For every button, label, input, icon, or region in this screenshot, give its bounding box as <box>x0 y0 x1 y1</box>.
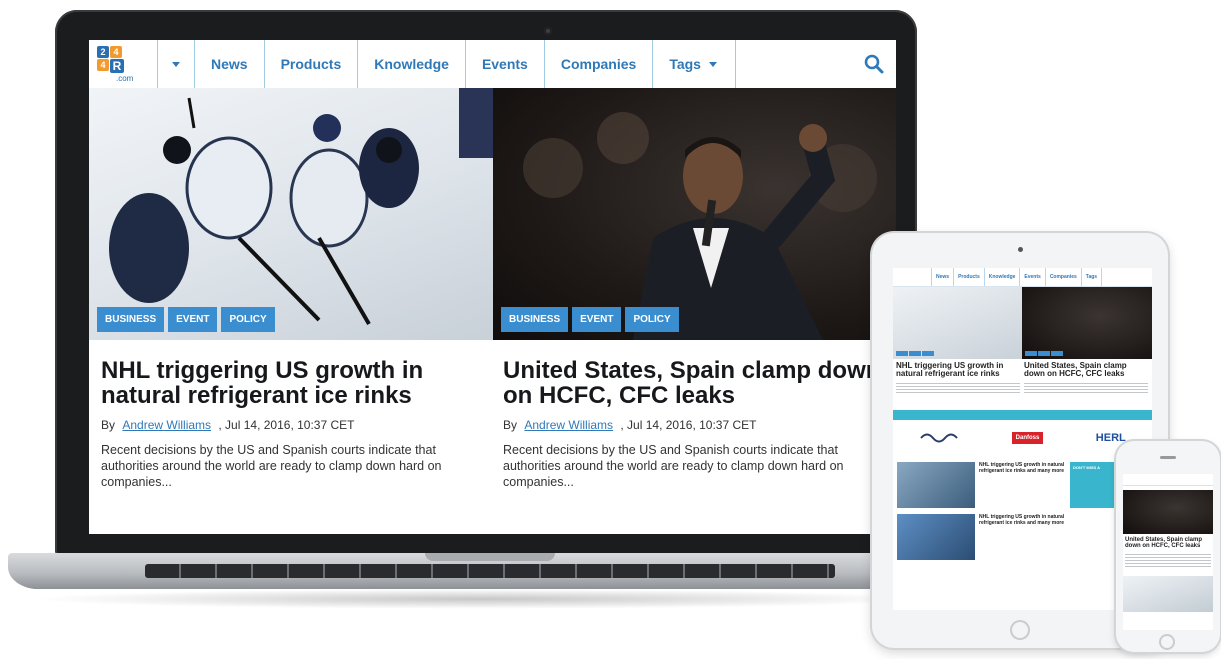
sponsor-logo-danfoss[interactable]: Danfoss <box>1011 432 1044 444</box>
list-item[interactable]: NHL triggering US growth in natural refr… <box>897 462 1148 508</box>
sponsor-logo-herl[interactable]: HERL <box>1096 432 1126 444</box>
search-icon[interactable] <box>864 54 884 74</box>
tablet-excerpts <box>893 378 1152 398</box>
article-date: , Jul 14, 2016, 10:37 CET <box>620 418 757 432</box>
tablet-image-hockey[interactable] <box>893 287 1022 359</box>
list-thumbnail <box>897 462 975 508</box>
chevron-down-icon <box>708 62 717 67</box>
tag-policy[interactable]: POLICY <box>625 307 679 332</box>
logo-letter: R <box>110 59 124 73</box>
tag-event[interactable]: EVENT <box>572 307 622 332</box>
article-excerpt: Recent decisions by the US and Spanish c… <box>503 443 844 489</box>
byline-label: By <box>503 418 518 432</box>
phone-article-title[interactable]: United States, Spain clamp down on HCFC,… <box>1123 534 1213 552</box>
article-image-hockey[interactable]: BUSINESS EVENT POLICY <box>89 88 493 340</box>
phone-nav <box>1123 474 1213 486</box>
phone-image-speaker[interactable] <box>1123 490 1213 534</box>
author-link[interactable]: Andrew Williams <box>122 418 211 432</box>
list-thumbnail <box>897 514 975 560</box>
tablet-nav-item[interactable]: Tags <box>1082 268 1103 286</box>
home-button-icon <box>1159 634 1175 650</box>
list-item-title: NHL triggering US growth in natural refr… <box>979 462 1065 474</box>
list-item[interactable]: NHL triggering US growth in natural refr… <box>897 514 1148 560</box>
article-excerpt: Recent decisions by the US and Spanish c… <box>101 443 442 489</box>
tablet-tags <box>1025 351 1063 356</box>
tablet-headlines: NHL triggering US growth in natural refr… <box>893 359 1152 378</box>
logo-digit: 4 <box>110 46 122 58</box>
tag-list: BUSINESS EVENT POLICY <box>97 307 275 332</box>
site-logo[interactable]: 2 4 4 R .com <box>89 40 158 88</box>
nav-item-products[interactable]: Products <box>265 40 359 88</box>
tablet-nav-item[interactable]: Companies <box>1046 268 1082 286</box>
article-image-speaker[interactable]: BUSINESS EVENT POLICY <box>493 88 896 340</box>
article-card: United States, Spain clamp down on HCFC,… <box>503 340 893 490</box>
laptop-shadow <box>30 589 930 609</box>
tablet-nav: News Products Knowledge Events Companies… <box>893 268 1152 287</box>
speaker-illustration <box>523 112 877 340</box>
chevron-down-icon <box>172 62 180 67</box>
article-title[interactable]: NHL triggering US growth in natural refr… <box>101 358 491 408</box>
article-byline: By Andrew Williams , Jul 14, 2016, 10:37… <box>101 418 491 432</box>
article-date: , Jul 14, 2016, 10:37 CET <box>218 418 355 432</box>
tablet-screen: News Products Knowledge Events Companies… <box>893 268 1152 610</box>
nav-item-companies[interactable]: Companies <box>545 40 654 88</box>
phone-image-hockey[interactable] <box>1123 576 1213 612</box>
phone-excerpt <box>1125 552 1211 568</box>
list-item-title: NHL triggering US growth in natural refr… <box>979 514 1065 526</box>
nav-item-tags-label: Tags <box>669 56 701 72</box>
laptop-screen: 2 4 4 R .com News Products Knowledge Eve… <box>89 40 896 534</box>
home-button-icon <box>1010 620 1030 640</box>
tag-policy[interactable]: POLICY <box>221 307 275 332</box>
speaker-icon <box>1160 456 1176 459</box>
tablet-nav-item[interactable]: Products <box>954 268 985 286</box>
tablet-logo[interactable] <box>893 268 932 286</box>
tablet-image-speaker[interactable] <box>1022 287 1152 359</box>
keyboard <box>145 564 835 578</box>
article-title[interactable]: United States, Spain clamp down on HCFC,… <box>503 358 893 408</box>
tablet-article-title[interactable]: NHL triggering US growth in natural refr… <box>896 362 1020 378</box>
tablet-nav-item[interactable]: Events <box>1020 268 1046 286</box>
camera-icon <box>1018 247 1023 252</box>
tablet-nav-item[interactable]: Knowledge <box>985 268 1021 286</box>
nav-item-tags[interactable]: Tags <box>653 40 736 88</box>
logo-suffix: .com <box>116 74 134 83</box>
logo-dropdown[interactable] <box>158 40 195 88</box>
author-link[interactable]: Andrew Williams <box>524 418 613 432</box>
tablet-banner[interactable] <box>893 410 1152 420</box>
nav-item-events[interactable]: Events <box>466 40 545 88</box>
tag-business[interactable]: BUSINESS <box>97 307 165 332</box>
tag-list: BUSINESS EVENT POLICY <box>501 307 679 332</box>
logo-digit: 2 <box>97 46 109 58</box>
hockey-players-illustration <box>109 88 493 326</box>
logo-digit: 4 <box>97 59 109 71</box>
sponsor-logo-wave-icon[interactable] <box>919 431 959 445</box>
camera-icon <box>544 27 552 35</box>
byline-label: By <box>101 418 116 432</box>
article-byline: By Andrew Williams , Jul 14, 2016, 10:37… <box>503 418 893 432</box>
top-nav: 2 4 4 R .com News Products Knowledge Eve… <box>89 40 896 89</box>
tablet-article-list: NHL triggering US growth in natural refr… <box>893 462 1152 560</box>
nav-item-knowledge[interactable]: Knowledge <box>358 40 466 88</box>
article-card: NHL triggering US growth in natural refr… <box>101 340 491 490</box>
phone-device: United States, Spain clamp down on HCFC,… <box>1116 441 1220 652</box>
laptop-notch <box>425 553 555 561</box>
sponsor-logos: Danfoss HERL <box>893 420 1152 456</box>
tablet-tags <box>896 351 934 356</box>
nav-item-news[interactable]: News <box>195 40 265 88</box>
tag-business[interactable]: BUSINESS <box>501 307 569 332</box>
tablet-nav-item[interactable]: News <box>932 268 955 286</box>
tag-event[interactable]: EVENT <box>168 307 218 332</box>
phone-screen: United States, Spain clamp down on HCFC,… <box>1123 474 1213 630</box>
tablet-article-title[interactable]: United States, Spain clamp down on HCFC,… <box>1024 362 1148 378</box>
tablet-heroes <box>893 287 1152 359</box>
